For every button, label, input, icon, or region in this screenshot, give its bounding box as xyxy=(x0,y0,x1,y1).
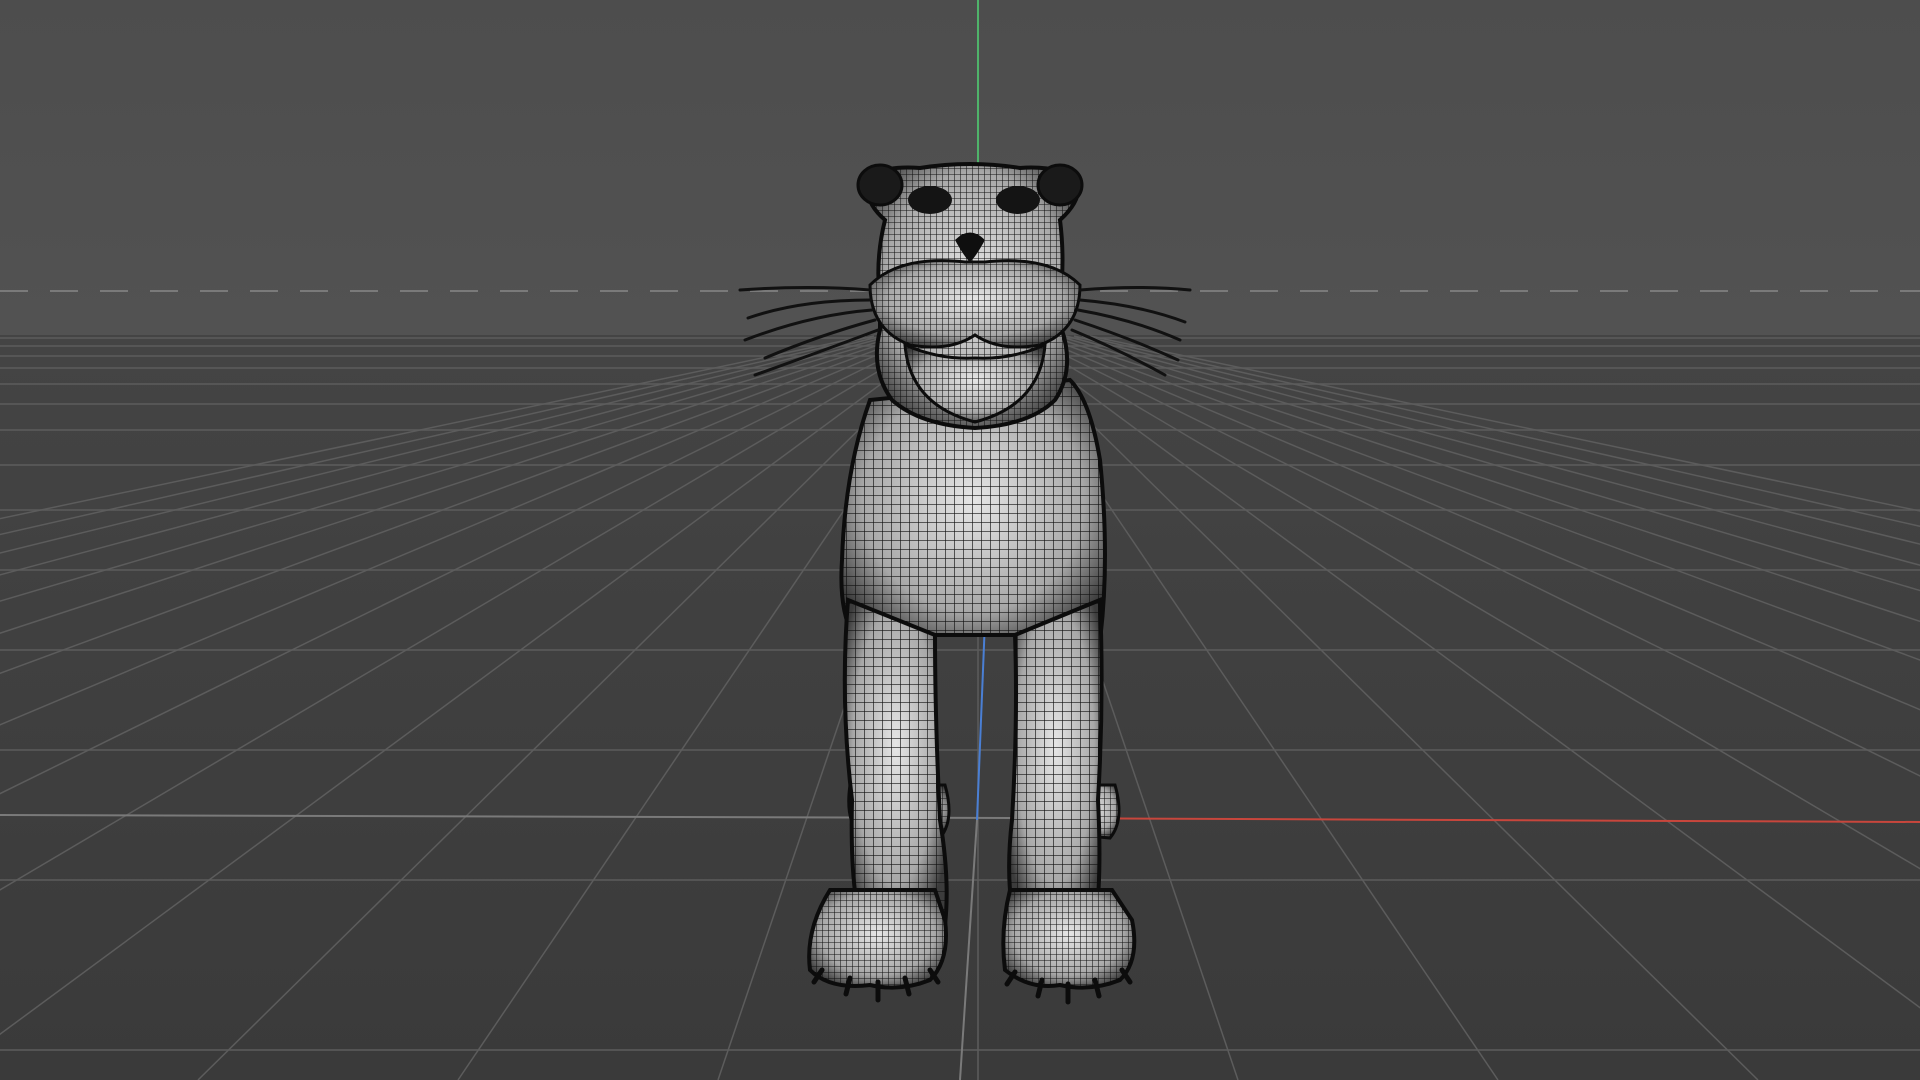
panther-head xyxy=(856,162,1084,431)
viewport-canvas[interactable] xyxy=(0,0,1920,1080)
right-eye xyxy=(996,186,1040,214)
front-right-leg xyxy=(1007,597,1104,927)
3d-viewport[interactable] xyxy=(0,0,1920,1080)
left-ear xyxy=(856,163,904,207)
front-left-paw xyxy=(807,888,948,1003)
right-ear xyxy=(1036,163,1084,207)
front-left-leg xyxy=(842,597,949,928)
left-eye xyxy=(908,186,952,214)
